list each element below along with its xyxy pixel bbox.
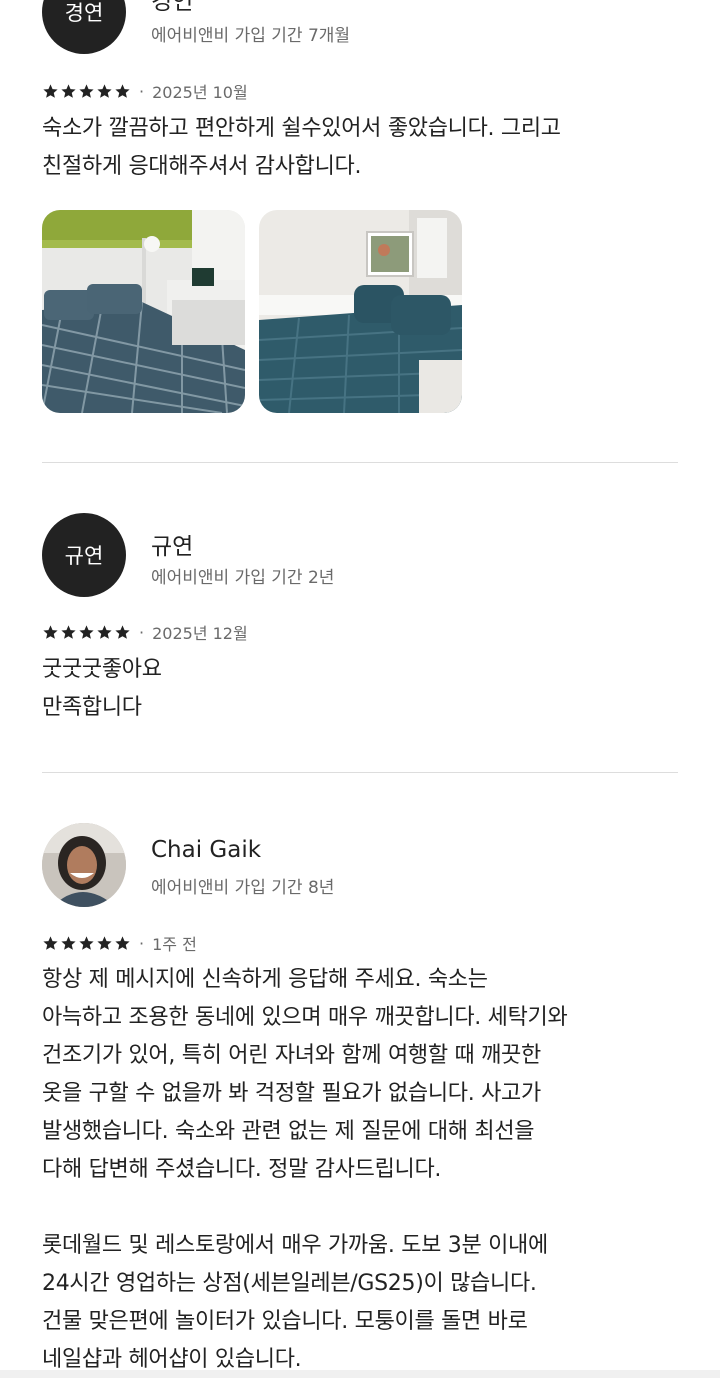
profile-photo [42, 823, 126, 907]
bedroom-photo-2 [259, 210, 462, 413]
member-since: 에어비앤비 가입 기간 8년 [151, 878, 335, 898]
star-icon [97, 83, 112, 98]
rating-line: · 1주 전 [42, 931, 197, 955]
star-icon [79, 624, 94, 639]
review-card: 경연 경연 에어비앤비 가입 기간 7개월 · 2025년 10월 숙소가 깔끔… [42, 0, 678, 462]
member-since: 에어비앤비 가입 기간 7개월 [151, 26, 351, 46]
star-icon [43, 83, 58, 98]
review-date: 2025년 12월 [152, 624, 248, 643]
review-date: 1주 전 [152, 935, 197, 954]
review-card: 규연 규연 에어비앤비 가입 기간 2년 · 2025년 12월 굿굿굿좋아요 … [42, 512, 678, 772]
star-icon [61, 624, 76, 639]
star-icon [115, 624, 130, 639]
reviewer-name[interactable]: 경연 [151, 0, 193, 16]
review-text: 숙소가 깔끔하고 편안하게 쉴수있어서 좋았습니다. 그리고 친절하게 응대해주… [42, 116, 561, 179]
star-icon [97, 935, 112, 950]
rating-line: · 2025년 10월 [42, 79, 248, 103]
rating-stars [42, 83, 131, 100]
star-icon [43, 624, 58, 639]
avatar[interactable]: 경연 [42, 0, 126, 54]
rating-line: · 2025년 12월 [42, 620, 248, 644]
avatar-initials: 규연 [64, 544, 104, 568]
star-icon [115, 83, 130, 98]
member-since: 에어비앤비 가입 기간 2년 [151, 568, 335, 588]
star-icon [97, 624, 112, 639]
review-photo[interactable] [42, 210, 245, 413]
star-icon [79, 935, 94, 950]
bottom-edge [0, 1370, 720, 1378]
avatar-initials: 경연 [64, 1, 104, 25]
rating-stars [42, 935, 131, 952]
star-icon [115, 935, 130, 950]
review-card: Chai Gaik 에어비앤비 가입 기간 8년 · 1주 전 항상 제 메시지… [42, 822, 678, 1378]
separator-dot: · [139, 933, 145, 953]
review-photo[interactable] [259, 210, 462, 413]
separator-dot: · [139, 81, 145, 101]
review-divider [42, 462, 678, 463]
rating-stars [42, 624, 131, 641]
star-icon [61, 83, 76, 98]
star-icon [43, 935, 58, 950]
reviewer-name[interactable]: Chai Gaik [151, 837, 261, 863]
reviewer-name[interactable]: 규연 [151, 527, 193, 561]
bedroom-photo-1 [42, 210, 245, 413]
review-text: 굿굿굿좋아요 만족합니다 [42, 657, 162, 720]
star-icon [79, 83, 94, 98]
review-text: 항상 제 메시지에 신속하게 응답해 주세요. 숙소는 아늑하고 조용한 동네에… [42, 967, 568, 1372]
review-date: 2025년 10월 [152, 83, 248, 102]
avatar[interactable] [42, 823, 126, 907]
star-icon [61, 935, 76, 950]
review-divider [42, 772, 678, 773]
separator-dot: · [139, 622, 145, 642]
avatar[interactable]: 규연 [42, 513, 126, 597]
